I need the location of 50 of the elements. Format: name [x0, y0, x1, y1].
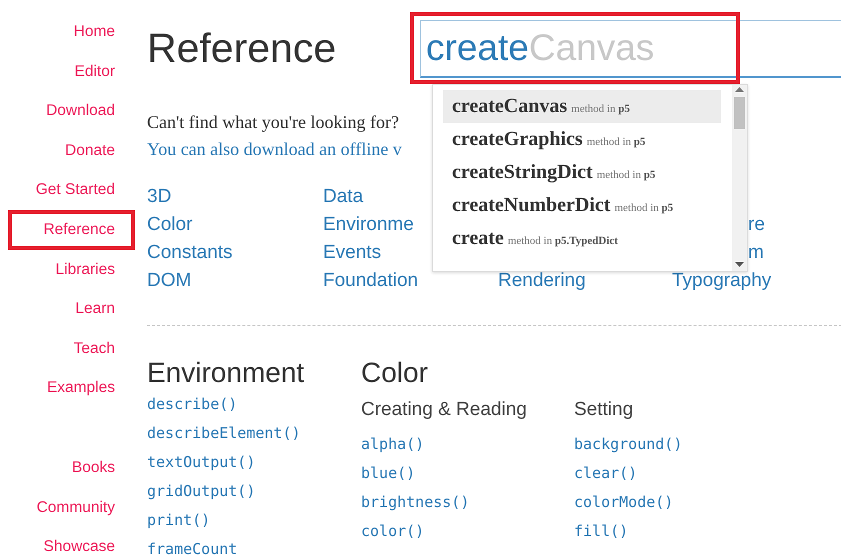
- function-link[interactable]: blue(): [361, 459, 574, 488]
- sidebar-link[interactable]: Showcase: [8, 527, 135, 555]
- scroll-up-arrow-icon[interactable]: [735, 87, 744, 92]
- function-link[interactable]: textOutput(): [147, 448, 360, 477]
- category-link[interactable]: Color: [147, 211, 323, 239]
- suggestion-item[interactable]: createGraphics method in p5: [443, 123, 721, 156]
- scrollbar[interactable]: [732, 85, 747, 271]
- category-link[interactable]: DOM: [147, 267, 323, 295]
- sidebar-link[interactable]: Books: [8, 448, 135, 488]
- subsection-heading: Creating & Reading: [361, 398, 528, 422]
- sidebar-link[interactable]: Editor: [8, 52, 135, 92]
- function-link[interactable]: print(): [147, 506, 360, 535]
- page-title: Reference: [147, 24, 338, 73]
- function-link[interactable]: alpha(): [361, 430, 574, 459]
- scroll-down-arrow-icon[interactable]: [735, 262, 744, 267]
- sidebar-link[interactable]: Community: [8, 488, 135, 528]
- sidebar-link[interactable]: Get Started: [8, 170, 135, 210]
- sidebar-link[interactable]: Learn: [8, 289, 135, 329]
- category-link[interactable]: Foundation: [323, 267, 498, 295]
- sidebar-link[interactable]: Teach: [8, 328, 135, 368]
- suggestion-item[interactable]: createStringDict method in p5: [443, 156, 721, 189]
- function-link[interactable]: gridOutput(): [147, 477, 360, 506]
- sidebar-link[interactable]: Examples: [8, 368, 135, 408]
- section-heading: Color: [361, 356, 429, 390]
- function-link[interactable]: frameCount: [147, 535, 360, 555]
- subsection-heading: Setting: [574, 398, 634, 422]
- category-link[interactable]: Typography: [672, 267, 841, 295]
- search-value: create: [426, 27, 529, 68]
- suggestion-item[interactable]: create method in p5.TypedDict: [443, 222, 721, 255]
- sidebar-link[interactable]: Home: [8, 12, 135, 52]
- help-text: Can't find what you're looking for?: [147, 111, 400, 134]
- offline-download-link[interactable]: You can also download an offline v: [147, 136, 402, 163]
- category-link[interactable]: 3D: [147, 183, 323, 211]
- sidebar-link[interactable]: Donate: [8, 130, 135, 170]
- sidebar-link[interactable]: Libraries: [8, 250, 135, 290]
- function-link[interactable]: background(): [574, 430, 787, 459]
- function-link[interactable]: describe(): [147, 390, 360, 419]
- function-link[interactable]: clear(): [574, 459, 787, 488]
- sidebar-link[interactable]: Download: [8, 91, 135, 131]
- category-link[interactable]: Constants: [147, 239, 323, 267]
- function-link[interactable]: color(): [361, 517, 574, 546]
- function-link[interactable]: describeElement(): [147, 419, 360, 448]
- function-link[interactable]: fill(): [574, 517, 787, 546]
- function-link[interactable]: colorMode(): [574, 488, 787, 517]
- section-heading: Environment: [147, 356, 306, 390]
- suggestion-item[interactable]: createCanvas method in p5: [443, 90, 721, 123]
- function-link[interactable]: brightness(): [361, 488, 574, 517]
- scrollbar-thumb[interactable]: [734, 97, 745, 129]
- sidebar-link[interactable]: Reference: [8, 210, 135, 250]
- suggestion-item[interactable]: createNumberDict method in p5: [443, 189, 721, 222]
